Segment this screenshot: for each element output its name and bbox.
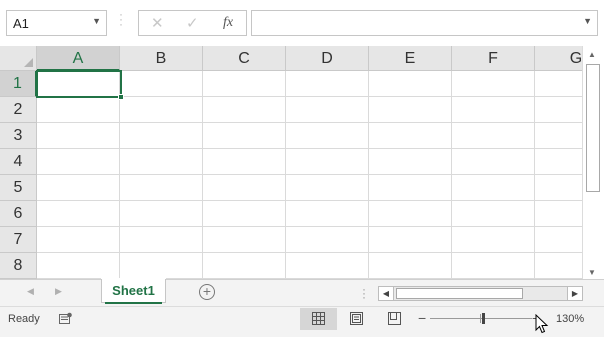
- add-sheet-icon[interactable]: +: [199, 284, 215, 300]
- zoom-slider[interactable]: [430, 318, 532, 319]
- formula-input[interactable]: ▼: [251, 10, 598, 36]
- zoom-slider-thumb[interactable]: [482, 313, 485, 324]
- previous-sheet-icon[interactable]: ◀: [27, 286, 34, 297]
- formula-bar-splitter[interactable]: · · ·: [119, 8, 123, 30]
- row-gridline: [37, 200, 582, 201]
- column-gridline: [202, 71, 203, 279]
- column-header[interactable]: E: [369, 46, 452, 71]
- cancel-icon[interactable]: ✕: [151, 14, 164, 32]
- vertical-scrollbar[interactable]: ▲ ▼: [582, 46, 604, 279]
- row-header[interactable]: 3: [0, 123, 37, 149]
- column-gridline: [119, 71, 120, 279]
- row-header[interactable]: 1: [0, 71, 37, 97]
- expand-formula-bar-icon[interactable]: ▼: [583, 16, 592, 26]
- active-cell[interactable]: [36, 70, 122, 98]
- zoom-slider-midpoint: [480, 314, 481, 323]
- scroll-right-icon[interactable]: ▶: [567, 287, 582, 300]
- tab-splitter[interactable]: · · ·: [362, 283, 366, 303]
- horizontal-scrollbar[interactable]: ◀ ▶: [378, 286, 583, 301]
- page-break-icon: [388, 312, 401, 325]
- row-gridline: [37, 226, 582, 227]
- formula-bar: A1 ▼ · · · ✕ ✓ fx ▼: [0, 0, 604, 46]
- column-header[interactable]: F: [452, 46, 535, 71]
- row-gridline: [37, 252, 582, 253]
- row-gridline: [37, 122, 582, 123]
- scroll-down-icon[interactable]: ▼: [588, 268, 596, 277]
- sheet-tab[interactable]: Sheet1: [101, 279, 166, 303]
- row-header[interactable]: 5: [0, 175, 37, 201]
- status-text: Ready: [8, 313, 40, 325]
- column-header[interactable]: C: [203, 46, 286, 71]
- column-header[interactable]: A: [37, 46, 120, 71]
- row-header[interactable]: 2: [0, 97, 37, 123]
- chevron-down-icon[interactable]: ▼: [92, 16, 101, 26]
- insert-function-button[interactable]: fx: [223, 15, 233, 31]
- column-gridline: [368, 71, 369, 279]
- select-all-button[interactable]: [0, 46, 37, 71]
- vertical-scroll-thumb[interactable]: [586, 64, 600, 192]
- page-layout-view-button[interactable]: [338, 308, 375, 330]
- name-box[interactable]: A1 ▼: [6, 10, 107, 36]
- page-break-preview-button[interactable]: [376, 308, 413, 330]
- scroll-up-icon[interactable]: ▲: [588, 50, 596, 59]
- column-header[interactable]: B: [120, 46, 203, 71]
- normal-view-button[interactable]: [300, 308, 337, 330]
- enter-icon[interactable]: ✓: [186, 14, 199, 32]
- zoom-out-button[interactable]: −: [418, 310, 426, 326]
- row-header[interactable]: 4: [0, 149, 37, 175]
- column-gridline: [534, 71, 535, 279]
- active-sheet-underline: [105, 302, 162, 304]
- next-sheet-icon[interactable]: ▶: [55, 286, 62, 297]
- column-header[interactable]: D: [286, 46, 369, 71]
- column-gridline: [451, 71, 452, 279]
- worksheet-grid[interactable]: ABCDEFG 12345678: [0, 46, 582, 279]
- row-header[interactable]: 8: [0, 253, 37, 279]
- fill-handle[interactable]: [118, 94, 124, 100]
- page-layout-icon: [350, 312, 363, 325]
- column-header[interactable]: G: [535, 46, 582, 71]
- zoom-level[interactable]: 130%: [556, 313, 584, 325]
- name-box-value: A1: [13, 16, 29, 31]
- row-header[interactable]: 7: [0, 227, 37, 253]
- status-bar: Ready − + 130%: [0, 306, 604, 337]
- column-gridline: [285, 71, 286, 279]
- normal-view-icon: [312, 312, 325, 325]
- formula-buttons: ✕ ✓ fx: [138, 10, 247, 36]
- select-all-triangle-icon: [24, 58, 33, 67]
- row-gridline: [37, 174, 582, 175]
- sheet-tab-bar: ◀ ▶ Sheet1 + · · · ◀ ▶: [0, 279, 604, 306]
- row-gridline: [37, 148, 582, 149]
- row-header[interactable]: 6: [0, 201, 37, 227]
- scroll-left-icon[interactable]: ◀: [379, 287, 394, 300]
- horizontal-scroll-thumb[interactable]: [396, 288, 523, 299]
- macro-recording-icon[interactable]: [59, 312, 72, 325]
- mouse-pointer-icon: [535, 314, 549, 334]
